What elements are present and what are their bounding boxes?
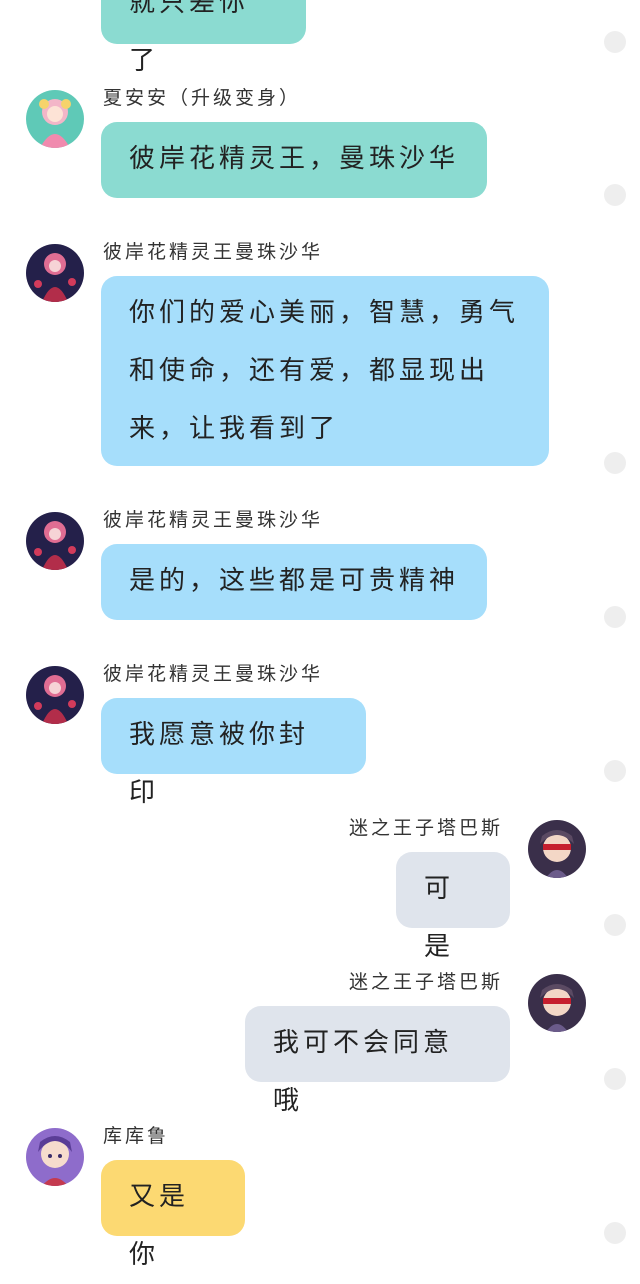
purple-hair-boy-avatar-icon: [26, 1128, 84, 1186]
message-text: 是的，这些都是可贵精神: [129, 566, 460, 596]
message-bubble[interactable]: 是的，这些都是可贵精神: [101, 544, 487, 620]
sender-name: 迷之王子塔巴斯: [349, 817, 504, 839]
message-bubble[interactable]: 你们的爱心美丽，智慧，勇气 和使命，还有爱，都显现出 来，让我看到了: [101, 276, 549, 466]
masked-prince-avatar-icon: [528, 974, 586, 1032]
select-circle[interactable]: [604, 914, 626, 936]
select-circle[interactable]: [604, 184, 626, 206]
message-text: 我可不会同意哦: [273, 1028, 454, 1116]
message-text-line: 来，让我看到了: [129, 414, 340, 444]
message-text-line: 你们的爱心美丽，智慧，勇气: [129, 298, 520, 328]
masked-prince-avatar-icon: [528, 820, 586, 878]
message-bubble[interactable]: 又是你: [101, 1160, 245, 1270]
message-text: 就只差你了: [129, 0, 250, 76]
message-text-line: 和使命，还有爱，都显现出: [129, 356, 490, 386]
message-bubble[interactable]: 彼岸花精灵王，曼珠沙华: [101, 122, 487, 198]
message-bubble[interactable]: 我可不会同意哦: [245, 1006, 510, 1116]
sender-name: 夏安安（升级变身）: [103, 87, 302, 109]
select-circle[interactable]: [604, 760, 626, 782]
message-text: 彼岸花精灵王，曼珠沙华: [129, 144, 460, 174]
select-circle[interactable]: [604, 1068, 626, 1090]
spider-lily-fairy-avatar-icon: [26, 666, 84, 724]
message-text: 可是: [424, 874, 455, 962]
select-circle[interactable]: [604, 1222, 626, 1244]
message-bubble[interactable]: 可是: [396, 852, 510, 962]
avatar[interactable]: [26, 1128, 84, 1186]
message-text: 又是你: [129, 1182, 190, 1270]
spider-lily-fairy-avatar-icon: [26, 512, 84, 570]
message-bubble[interactable]: 就只差你了: [101, 0, 306, 76]
spider-lily-fairy-avatar-icon: [26, 244, 84, 302]
sender-name: 迷之王子塔巴斯: [349, 971, 504, 993]
avatar[interactable]: [528, 820, 586, 878]
select-circle[interactable]: [604, 452, 626, 474]
message-text: 我愿意被你封印: [129, 720, 310, 808]
sender-name: 彼岸花精灵王曼珠沙华: [103, 241, 324, 263]
select-circle[interactable]: [604, 31, 626, 53]
sender-name: 彼岸花精灵王曼珠沙华: [103, 663, 324, 685]
sender-name: 库库鲁: [103, 1125, 170, 1147]
girl-pink-hair-avatar-icon: [26, 90, 84, 148]
avatar[interactable]: [26, 244, 84, 302]
sender-name: 彼岸花精灵王曼珠沙华: [103, 509, 324, 531]
avatar[interactable]: [26, 90, 84, 148]
avatar[interactable]: [528, 974, 586, 1032]
avatar[interactable]: [26, 512, 84, 570]
message-bubble[interactable]: 我愿意被你封印: [101, 698, 366, 808]
avatar[interactable]: [26, 666, 84, 724]
select-circle[interactable]: [604, 606, 626, 628]
